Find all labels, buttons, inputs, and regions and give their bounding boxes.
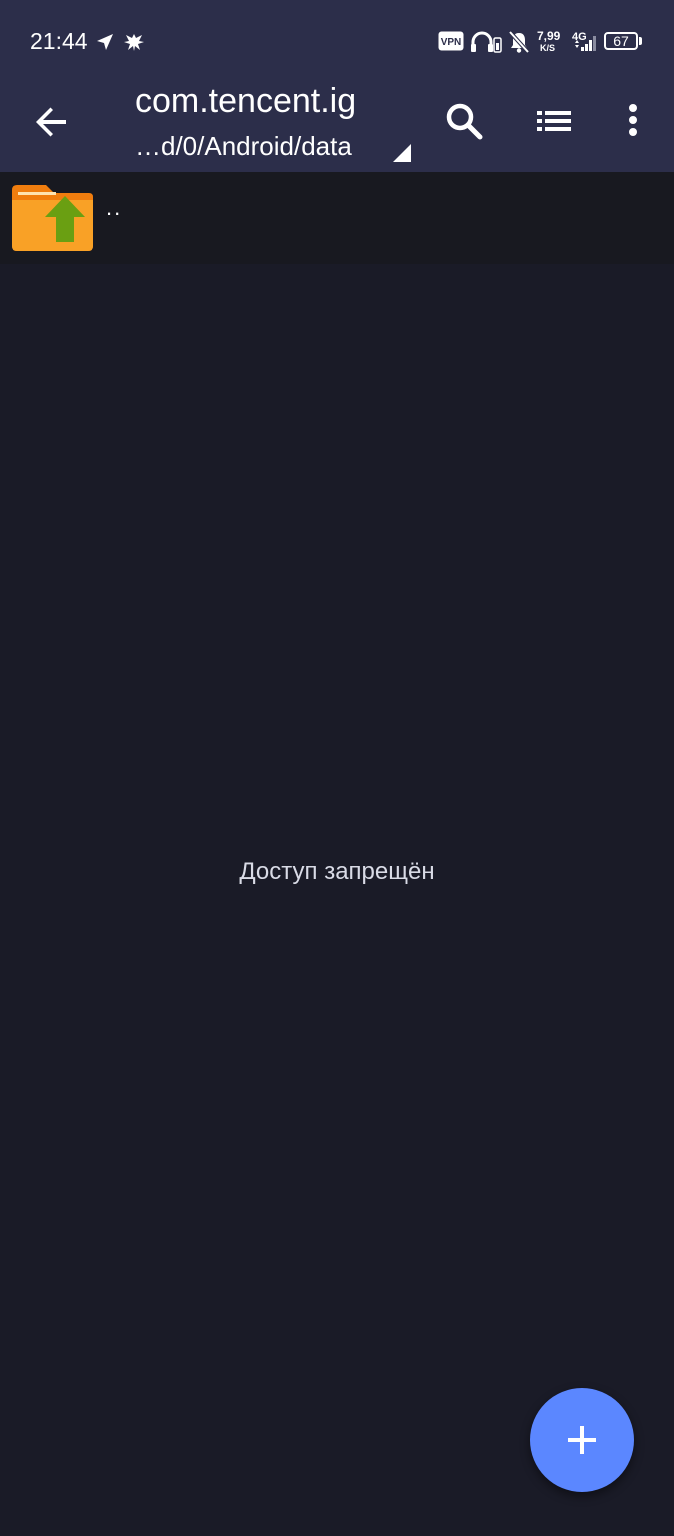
signal-icon [575,36,596,51]
list-item-parent-folder[interactable] [0,172,674,264]
add-button[interactable] [530,1388,634,1492]
back-arrow-icon[interactable] [30,100,74,144]
path-dropdown-icon[interactable] [393,144,411,162]
headphones-battery-icon [471,31,502,53]
more-vert-icon[interactable] [608,97,658,147]
folder-up-icon [12,185,93,251]
search-icon[interactable] [440,97,490,147]
svg-text:VPN: VPN [441,37,462,48]
bell-off-icon [508,30,530,54]
location-arrow-icon [97,34,113,50]
battery-tip [639,37,642,45]
plus-icon [568,1426,596,1454]
breadcrumb-path[interactable]: …d/0/Android/data [135,131,352,162]
net-speed-unit: K/S [540,43,556,53]
bird-emblem-icon [124,34,144,51]
file-name: .. [106,195,123,220]
net-speed-value: 7,99 [537,29,561,43]
page-title: com.tencent.ig [135,82,357,120]
access-denied-message: Доступ запрещён [239,858,435,885]
battery-icon: 67 [604,32,638,50]
list-view-icon[interactable] [529,97,579,147]
status-time: 21:44 [30,28,88,54]
vpn-badge: VPN [438,31,464,51]
